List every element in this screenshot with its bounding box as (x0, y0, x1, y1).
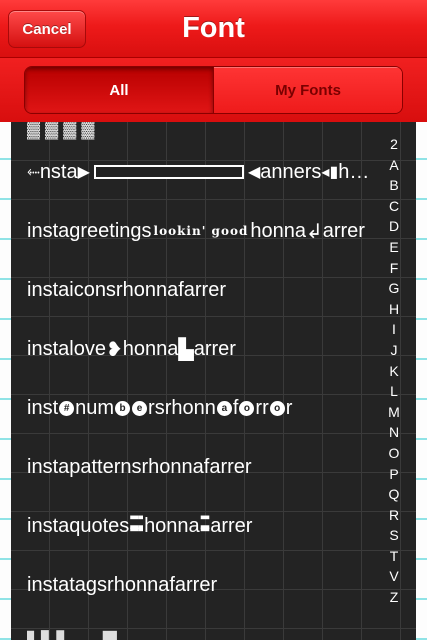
index-letter[interactable]: L (384, 381, 404, 402)
list-item[interactable]: instaquotes ▀▀▀ ▄▄▄ ▀▀▀ honna ▀▀ ▄▄ ▀▀ arrer (27, 506, 252, 546)
index-letter[interactable]: T (384, 546, 404, 567)
index-letter[interactable]: I (384, 319, 404, 340)
number-circle-icon: b (115, 400, 131, 416)
section-index[interactable]: 2ABCDEFGHIJKLMNOPQRSTVZ (384, 134, 404, 608)
page-title: Font (182, 12, 245, 44)
heart-icon: ❥ (105, 338, 123, 361)
list-item[interactable]: ⬸ nsta ▶ ◀ anners ◂▮ h … (27, 152, 369, 192)
number-circle-icon: # (59, 400, 75, 416)
index-letter[interactable]: S (384, 525, 404, 546)
quote-icon: ▀▀ ▄▄ ▀▀ (200, 517, 210, 535)
segmented-control: All My Fonts (24, 66, 403, 114)
nav-bar: Cancel Font (0, 0, 427, 58)
index-letter[interactable]: E (384, 237, 404, 258)
index-letter[interactable]: O (384, 443, 404, 464)
banner-arrow-icon: ▶ (77, 164, 90, 181)
swirl-icon: ↲ (305, 220, 323, 243)
list-item-cut: ▌▚▙▖▗▀▄ (27, 622, 131, 640)
index-letter[interactable]: K (384, 361, 404, 382)
banner-arrow-icon: ◀ (247, 164, 261, 181)
flag-icon: ▙ (178, 338, 194, 361)
list-item[interactable]: instagreetings lookin' good honna ↲ arre… (27, 211, 365, 251)
list-item[interactable]: instatagsrhonnafarrer (27, 565, 217, 605)
index-letter[interactable]: F (384, 258, 404, 279)
list-item[interactable]: instapatternsrhonnafarrer (27, 447, 252, 487)
index-letter[interactable]: H (384, 299, 404, 320)
number-circle-icon: a (216, 400, 232, 416)
index-letter[interactable]: N (384, 422, 404, 443)
index-letter[interactable]: G (384, 278, 404, 299)
banner-left-icon: ⬸ (27, 163, 40, 180)
number-circle-icon: e (132, 400, 148, 416)
list-item[interactable]: inst # num b e rsrhonn a f o rr o r (27, 388, 292, 428)
segment-my-fonts[interactable]: My Fonts (214, 67, 402, 113)
index-letter[interactable]: C (384, 196, 404, 217)
list-item[interactable]: instalove ❥ honna ▙ arrer (27, 329, 236, 369)
font-list[interactable]: ▓ ▓ ▓ ▓ ⬸ nsta ▶ ◀ anners ◂▮ h … instagr… (11, 122, 416, 640)
index-letter[interactable]: 2 (384, 134, 404, 155)
index-letter[interactable]: V (384, 566, 404, 587)
index-letter[interactable]: R (384, 505, 404, 526)
index-letter[interactable]: D (384, 216, 404, 237)
index-letter[interactable]: P (384, 464, 404, 485)
segment-all[interactable]: All (25, 67, 214, 113)
list-item-cut: ▓ ▓ ▓ ▓ (27, 122, 95, 138)
banner-ribbon-icon (93, 165, 244, 179)
index-letter[interactable]: Z (384, 587, 404, 608)
index-letter[interactable]: A (384, 155, 404, 176)
index-letter[interactable]: J (384, 340, 404, 361)
index-letter[interactable]: B (384, 175, 404, 196)
segment-bar: All My Fonts (0, 58, 427, 122)
banner-flag-icon: ◂▮ (321, 164, 339, 181)
number-circle-icon: o (269, 400, 285, 416)
index-letter[interactable]: Q (384, 484, 404, 505)
quote-icon: ▀▀▀ ▄▄▄ ▀▀▀ (130, 517, 144, 535)
list-item[interactable]: instaiconsrhonnafarrer (27, 270, 226, 310)
index-letter[interactable]: M (384, 402, 404, 423)
number-circle-icon: o (239, 400, 255, 416)
